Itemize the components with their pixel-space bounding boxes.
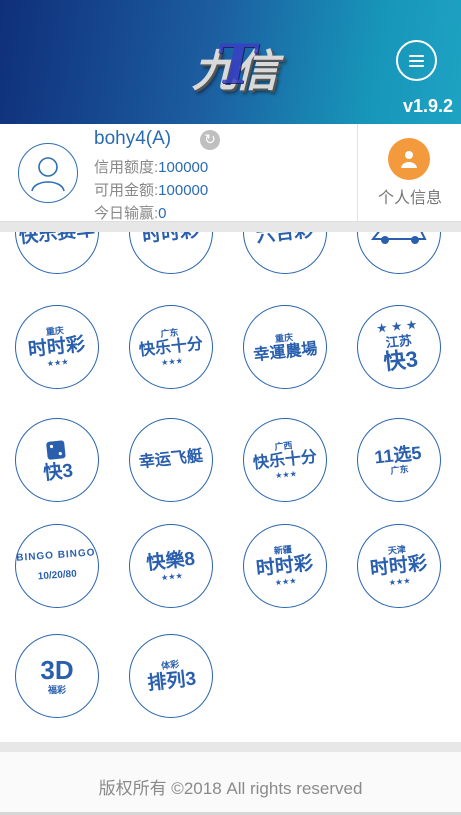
available-value: 100000 bbox=[158, 182, 209, 199]
section-divider bbox=[0, 742, 461, 752]
footer: 版权所有 ©2018 All rights reserved bbox=[0, 752, 461, 815]
winloss-label: 今日输赢: bbox=[94, 205, 159, 222]
game-grid: 快乐赛车 时时彩 六合彩 重庆 时时彩 ★★★ 广东 快乐十分 ★★★ 重庆 幸運農場 ★… bbox=[0, 232, 461, 742]
game-label: 快3 bbox=[382, 346, 419, 375]
game-kuaile-saiche[interactable]: 快乐赛车 bbox=[15, 232, 99, 274]
game-label: 10/20/80 bbox=[37, 568, 78, 582]
game-label: 11选5 bbox=[373, 442, 423, 467]
game-label: 排列3 bbox=[146, 668, 197, 695]
menu-button[interactable] bbox=[396, 40, 437, 81]
personal-info-label: 个人信息 bbox=[377, 190, 442, 207]
game-chongqing-shishicai[interactable]: 重庆 时时彩 ★★★ bbox=[15, 305, 99, 389]
game-guangdong-kuaile-shifen[interactable]: 广东 快乐十分 ★★★ bbox=[129, 305, 213, 389]
section-divider bbox=[0, 222, 461, 232]
menu-icon-line bbox=[409, 54, 424, 57]
game-xingyun-nongchang[interactable]: 重庆 幸運農場 bbox=[243, 305, 327, 389]
game-ticai-pailie3[interactable]: 体彩 排列3 bbox=[129, 634, 213, 718]
game-bingo[interactable]: BINGO BINGO 10/20/80 bbox=[15, 524, 99, 608]
winloss-line: 今日输赢:0 bbox=[94, 202, 167, 223]
version-label: v1.9.2 bbox=[402, 96, 453, 116]
game-kuaile8[interactable]: 快樂8 ★★★ bbox=[129, 524, 213, 608]
user-silhouette-icon bbox=[31, 157, 65, 192]
game-label: 快乐赛车 bbox=[18, 232, 96, 248]
dice-icon bbox=[46, 439, 66, 460]
game-tianjin-shishicai[interactable]: 天津 时时彩 ★★★ bbox=[357, 524, 441, 608]
game-sub: 福彩 bbox=[47, 685, 66, 695]
game-xingyun-feiting[interactable]: 幸运飞艇 bbox=[129, 418, 213, 502]
user-info-bar: bohy4(A) ↻ 信用额度:100000 可用金额:100000 今日输赢:… bbox=[0, 124, 461, 222]
credit-line: 信用额度:100000 bbox=[94, 156, 208, 177]
person-glyph-icon bbox=[401, 151, 417, 168]
game-kuai3-dice[interactable]: 快3 bbox=[15, 418, 99, 502]
copyright-text: 版权所有 ©2018 All rights reserved bbox=[98, 779, 363, 798]
game-shishicai[interactable]: 时时彩 bbox=[129, 232, 213, 274]
logo-t-mark: T bbox=[216, 32, 257, 96]
game-jiangsu-kuai3[interactable]: ★ ★ ★ 江苏 快3 bbox=[357, 305, 441, 389]
game-guangdong-11xuan5[interactable]: 11选5 广东 bbox=[357, 418, 441, 502]
refresh-icon[interactable]: ↻ bbox=[200, 130, 220, 150]
available-line: 可用金额:100000 bbox=[94, 179, 208, 200]
game-guangxi-kuaile-shifen[interactable]: 广西 快乐十分 ★★★ bbox=[243, 418, 327, 502]
credit-value: 100000 bbox=[158, 159, 209, 176]
credit-label: 信用额度: bbox=[94, 159, 159, 176]
avatar[interactable] bbox=[18, 143, 78, 203]
available-label: 可用金额: bbox=[94, 182, 159, 199]
game-label: 快樂8 bbox=[145, 548, 196, 575]
race-car-icon bbox=[370, 232, 427, 244]
username: bohy4(A) bbox=[94, 128, 171, 150]
user-level: (A) bbox=[145, 128, 172, 149]
game-label: 幸运飞艇 bbox=[138, 447, 204, 472]
app-logo: T 九信 bbox=[178, 32, 290, 98]
person-icon bbox=[388, 138, 430, 180]
game-label: 时时彩 bbox=[141, 232, 201, 247]
menu-icon-line bbox=[409, 64, 424, 67]
personal-info-button[interactable]: 个人信息 bbox=[357, 124, 461, 221]
game-race-car[interactable] bbox=[357, 232, 441, 274]
winloss-value: 0 bbox=[158, 205, 167, 222]
username-text: bohy4 bbox=[94, 128, 146, 149]
game-label: 六合彩 bbox=[255, 232, 315, 247]
game-label: 3D bbox=[40, 655, 74, 685]
game-fucai-3d[interactable]: 3D 福彩 bbox=[15, 634, 99, 718]
game-label: 快3 bbox=[42, 459, 75, 484]
menu-icon-line bbox=[409, 59, 424, 62]
game-sub: BINGO BINGO bbox=[16, 546, 97, 564]
game-xinjiang-shishicai[interactable]: 新疆 时时彩 ★★★ bbox=[243, 524, 327, 608]
game-liuhecai[interactable]: 六合彩 bbox=[243, 232, 327, 274]
app-header: T 九信 v1.9.2 bbox=[0, 0, 461, 124]
